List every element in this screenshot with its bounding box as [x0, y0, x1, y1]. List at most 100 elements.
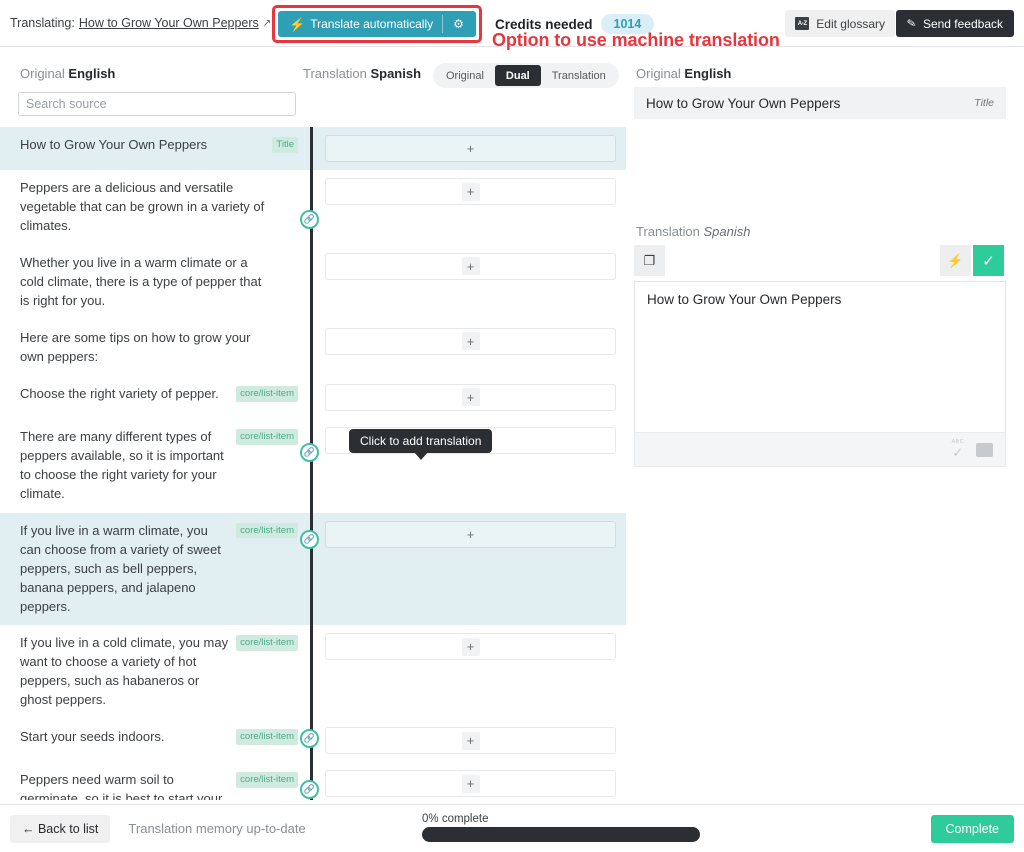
- segment-link-icon[interactable]: 🔗: [300, 729, 319, 748]
- segment-target-cell[interactable]: +: [313, 320, 626, 376]
- add-translation-button[interactable]: +: [325, 327, 616, 355]
- segment-source-text: If you live in a warm climate, you can c…: [20, 522, 221, 614]
- segment-tag-badge: core/list-item: [236, 772, 298, 789]
- plus-icon: +: [461, 637, 480, 656]
- segment-row[interactable]: Whether you live in a warm climate or a …: [0, 244, 626, 320]
- original-language: English: [68, 66, 116, 81]
- segment-tag-badge: core/list-item: [236, 428, 298, 445]
- add-translation-button[interactable]: +: [325, 770, 616, 798]
- segment-row[interactable]: There are many different types of pepper…: [0, 418, 626, 513]
- view-mode-toggle[interactable]: Original Dual Translation: [433, 63, 619, 88]
- segment-row[interactable]: Choose the right variety of pepper. core/…: [0, 375, 626, 419]
- translating-label: Translating:: [10, 16, 75, 30]
- segment-row[interactable]: If you live in a warm climate, you can c…: [0, 512, 626, 626]
- right-source-text: How to Grow Your Own Peppers: [646, 95, 841, 111]
- edit-glossary-label: Edit glossary: [816, 16, 885, 31]
- segment-source-cell[interactable]: If you live in a warm climate, you can c…: [0, 513, 310, 626]
- right-original-language: English: [684, 66, 732, 81]
- segment-target-cell[interactable]: +: [313, 245, 626, 320]
- segment-row[interactable]: How to Grow Your Own Peppers Title +: [0, 127, 626, 170]
- back-to-list-button[interactable]: ← Back to list: [10, 814, 111, 843]
- translation-editor-body[interactable]: [634, 364, 1006, 432]
- send-feedback-label: Send feedback: [922, 16, 1003, 31]
- add-translation-button[interactable]: +: [325, 383, 616, 411]
- send-feedback-button[interactable]: ✎ Send feedback: [895, 10, 1014, 37]
- document-name-link[interactable]: How to Grow Your Own Peppers: [79, 16, 259, 30]
- segment-source-cell[interactable]: Choose the right variety of pepper. core/…: [0, 376, 310, 419]
- search-input[interactable]: [18, 92, 296, 116]
- segment-link-icon[interactable]: 🔗: [300, 780, 319, 799]
- add-translation-button[interactable]: +: [325, 135, 616, 162]
- segment-target-cell[interactable]: +: [313, 513, 626, 626]
- segment-source-text: Choose the right variety of pepper.: [20, 385, 219, 401]
- segment-tag-badge: core/list-item: [236, 635, 298, 652]
- add-translation-button[interactable]: +: [325, 520, 616, 548]
- segment-row[interactable]: If you live in a cold climate, you may w…: [0, 625, 626, 720]
- segment-link-icon[interactable]: 🔗: [300, 443, 319, 462]
- add-translation-button[interactable]: +: [325, 252, 616, 280]
- view-mode-dual[interactable]: Dual: [494, 65, 541, 86]
- pencil-icon: ✎: [905, 17, 917, 31]
- segment-tag-badge: Title: [272, 137, 298, 153]
- segment-source-cell[interactable]: Peppers are a delicious and versatile ve…: [0, 170, 310, 245]
- translate-automatically-label: Translate automatically: [310, 17, 434, 31]
- copy-source-icon[interactable]: ❐: [634, 245, 665, 276]
- segment-target-cell[interactable]: +: [313, 170, 626, 245]
- segment-tag-badge: core/list-item: [236, 729, 298, 746]
- segment-target-cell[interactable]: +: [313, 762, 626, 800]
- segment-source-cell[interactable]: Here are some tips on how to grow your o…: [0, 320, 310, 376]
- segment-link-icon[interactable]: 🔗: [300, 530, 319, 549]
- segment-source-text: How to Grow Your Own Peppers: [20, 137, 208, 152]
- segment-target-cell[interactable]: +: [313, 625, 626, 719]
- confirm-checkmark-icon[interactable]: ✓: [973, 245, 1004, 276]
- segment-source-cell[interactable]: How to Grow Your Own Peppers Title: [0, 127, 310, 170]
- add-translation-tooltip: Click to add translation: [349, 429, 493, 460]
- edit-glossary-button[interactable]: A-Z Edit glossary: [785, 10, 895, 37]
- az-book-icon: A-Z: [795, 17, 810, 30]
- segment-tag-badge: core/list-item: [236, 385, 298, 402]
- add-translation-button[interactable]: +: [325, 633, 616, 661]
- segment-source-cell[interactable]: Start your seeds indoors. core/list-item: [0, 719, 310, 762]
- segment-source-text: There are many different types of pepper…: [20, 428, 224, 501]
- segment-source-text: Peppers are a delicious and versatile ve…: [20, 180, 265, 233]
- plus-icon: +: [461, 731, 480, 750]
- annotation-text: Option to use machine translation: [492, 30, 780, 50]
- view-mode-original[interactable]: Original: [435, 65, 495, 86]
- plus-icon: +: [461, 332, 480, 351]
- segment-source-cell[interactable]: Whether you live in a warm climate or a …: [0, 245, 310, 320]
- translation-editor-textarea[interactable]: How to Grow Your Own Peppers: [634, 281, 1006, 364]
- original-column-header: Original English: [20, 66, 115, 81]
- translation-editor-footer: ABC ✓: [634, 432, 1006, 467]
- original-prefix: Original: [20, 66, 65, 81]
- translation-editor-toolbar: ❐ ⚡ ✓: [634, 245, 1006, 276]
- right-translation-header: Translation Spanish: [636, 224, 750, 239]
- right-translation-prefix: Translation: [636, 224, 700, 239]
- view-mode-translation[interactable]: Translation: [541, 65, 617, 86]
- add-translation-button[interactable]: +: [325, 727, 616, 755]
- external-link-icon[interactable]: ↗: [263, 18, 271, 29]
- right-source-box: How to Grow Your Own Peppers Title: [634, 87, 1006, 119]
- segment-link-icon[interactable]: 🔗: [300, 210, 319, 229]
- complete-button[interactable]: Complete: [930, 815, 1014, 843]
- abc-spellcheck-icon[interactable]: ABC ✓: [951, 440, 964, 459]
- screen-keyboard-icon[interactable]: [976, 442, 993, 457]
- segment-source-cell[interactable]: Peppers need warm soil to germinate, so …: [0, 762, 310, 800]
- segment-target-cell[interactable]: +: [313, 376, 626, 419]
- spellcheck-check: ✓: [952, 444, 964, 460]
- translate-automatically-button[interactable]: ⚡ Translate automatically ⚙: [278, 11, 476, 37]
- plus-icon: +: [466, 141, 475, 156]
- gear-icon[interactable]: ⚙: [443, 17, 474, 31]
- segment-target-cell[interactable]: +: [313, 127, 626, 170]
- right-original-header: Original English: [636, 66, 731, 81]
- segment-target-cell[interactable]: +: [313, 719, 626, 762]
- segment-source-cell[interactable]: If you live in a cold climate, you may w…: [0, 625, 310, 719]
- right-source-tag: Title: [974, 97, 994, 109]
- lightning-bolt-icon: ⚡: [289, 16, 306, 32]
- machine-translation-highlight: ⚡ Translate automatically ⚙: [272, 5, 482, 43]
- add-translation-button[interactable]: +: [325, 178, 616, 205]
- segment-row[interactable]: Here are some tips on how to grow your o…: [0, 319, 626, 376]
- segment-source-cell[interactable]: There are many different types of pepper…: [0, 419, 310, 513]
- segment-row[interactable]: Peppers are a delicious and versatile ve…: [0, 170, 626, 245]
- lightning-bolt-icon[interactable]: ⚡: [940, 245, 971, 276]
- segment-tag-badge: core/list-item: [236, 522, 298, 539]
